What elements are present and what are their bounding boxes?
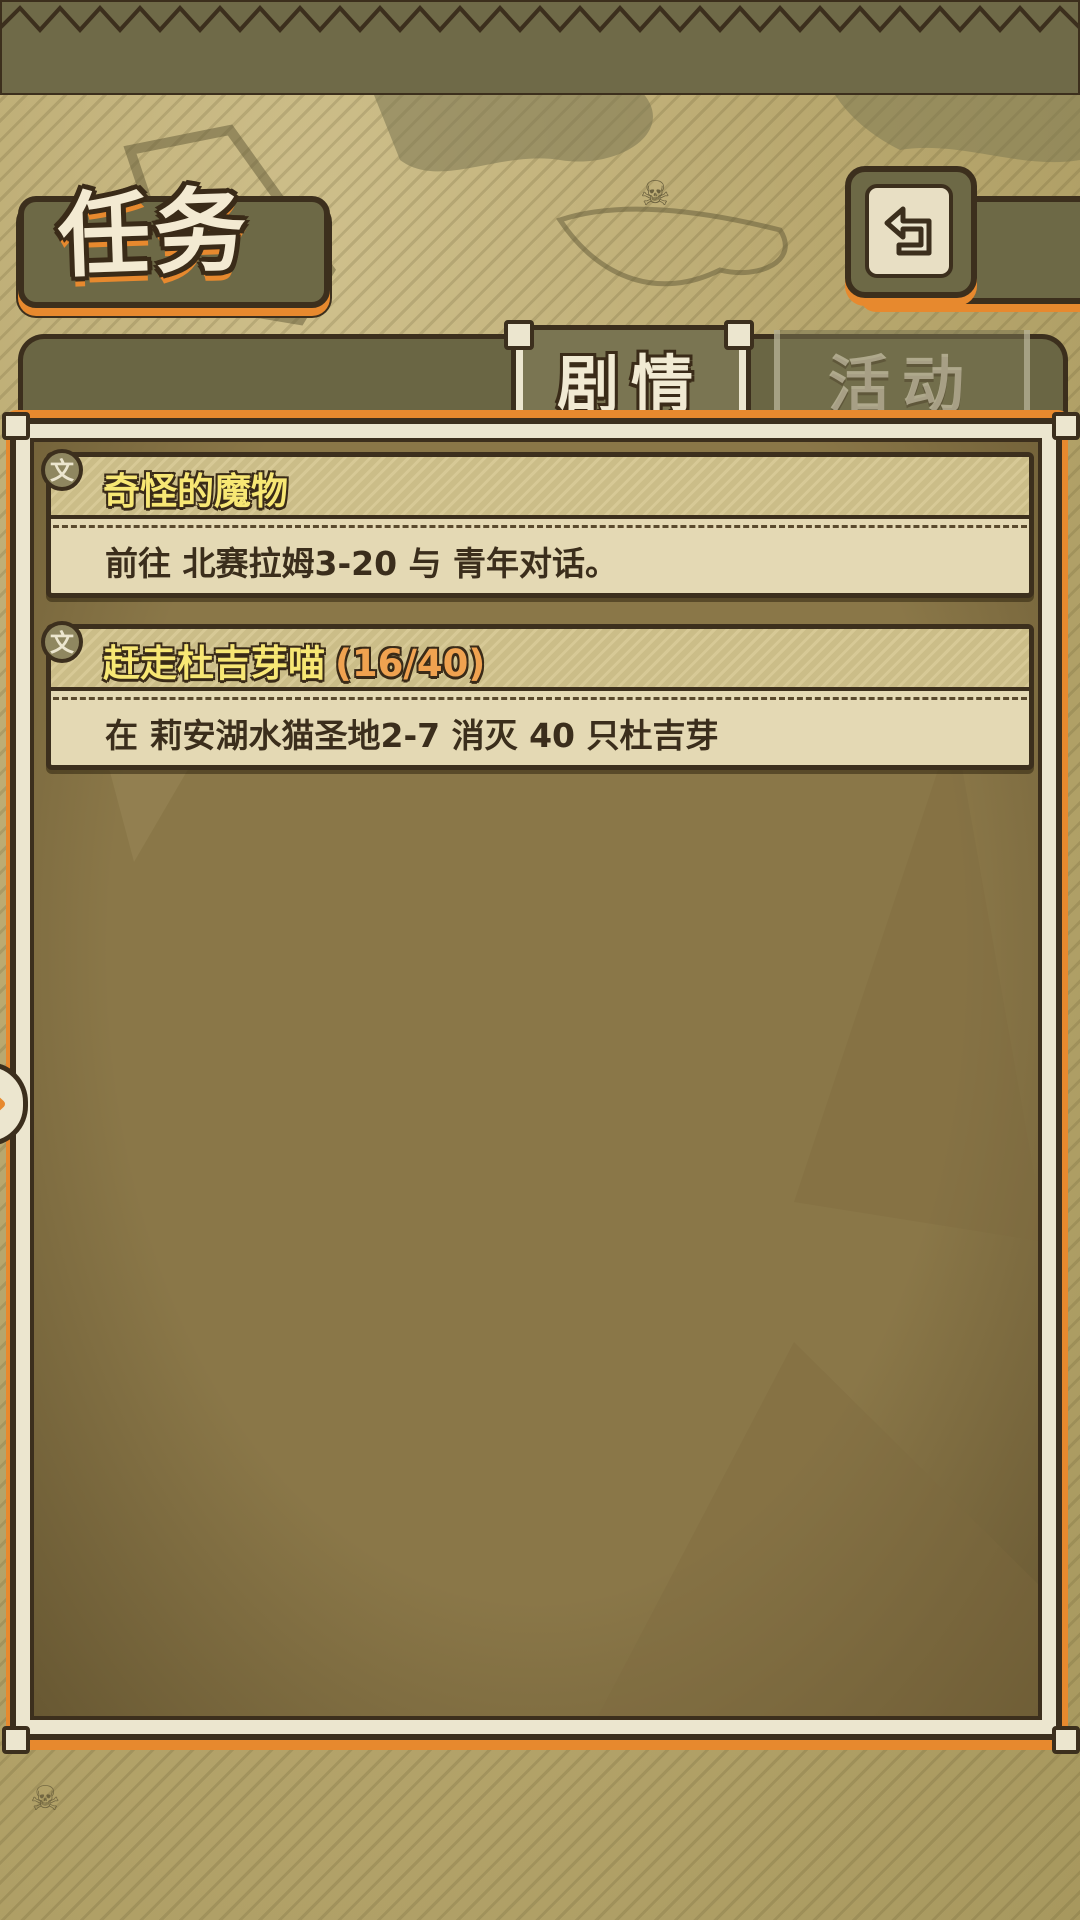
quest-header: 文 奇怪的魔物: [41, 449, 1029, 519]
panel-corner-br: [1052, 1726, 1080, 1754]
svg-text:☠: ☠: [30, 1779, 60, 1819]
quest-item[interactable]: 文 奇怪的魔物 前往 北赛拉姆3-20 与 青年对话。: [41, 449, 1034, 598]
scroll-icon: 文: [41, 449, 83, 491]
tab-story-cap-left: [504, 320, 534, 350]
svg-text:☠: ☠: [640, 174, 670, 214]
chevron-right-icon: [0, 1097, 5, 1111]
quest-header: 文 赶走杜吉芽喵 (16/40): [41, 621, 1029, 691]
quest-item[interactable]: 文 赶走杜吉芽喵 (16/40) 在 莉安湖水猫圣地2-7 消灭 40 只杜吉芽: [41, 621, 1034, 770]
quest-title-text: 赶走杜吉芽喵: [103, 642, 325, 685]
quest-description: 在 莉安湖水猫圣地2-7 消灭 40 只杜吉芽: [105, 716, 719, 755]
panel-corner-bl: [2, 1726, 30, 1754]
quest-title: 奇怪的魔物: [103, 461, 288, 515]
return-arrow-icon: [884, 206, 932, 256]
back-button[interactable]: [845, 166, 977, 298]
tab-story-cap-right: [724, 320, 754, 350]
svg-text:文: 文: [50, 629, 75, 657]
quest-title-text: 奇怪的魔物: [103, 470, 288, 513]
svg-text:文: 文: [50, 457, 75, 485]
panel-corner-tl: [2, 412, 30, 440]
back-button-face[interactable]: [865, 184, 953, 278]
quest-progress: (16/40): [335, 642, 486, 685]
bottom-jagged-border: [0, 5, 1080, 95]
quest-title: 赶走杜吉芽喵 (16/40): [103, 633, 485, 687]
scroll-icon: 文: [41, 621, 83, 663]
page-title: 任务: [56, 175, 252, 291]
panel-corner-tr: [1052, 412, 1080, 440]
quest-description: 前往 北赛拉姆3-20 与 青年对话。: [105, 544, 619, 583]
